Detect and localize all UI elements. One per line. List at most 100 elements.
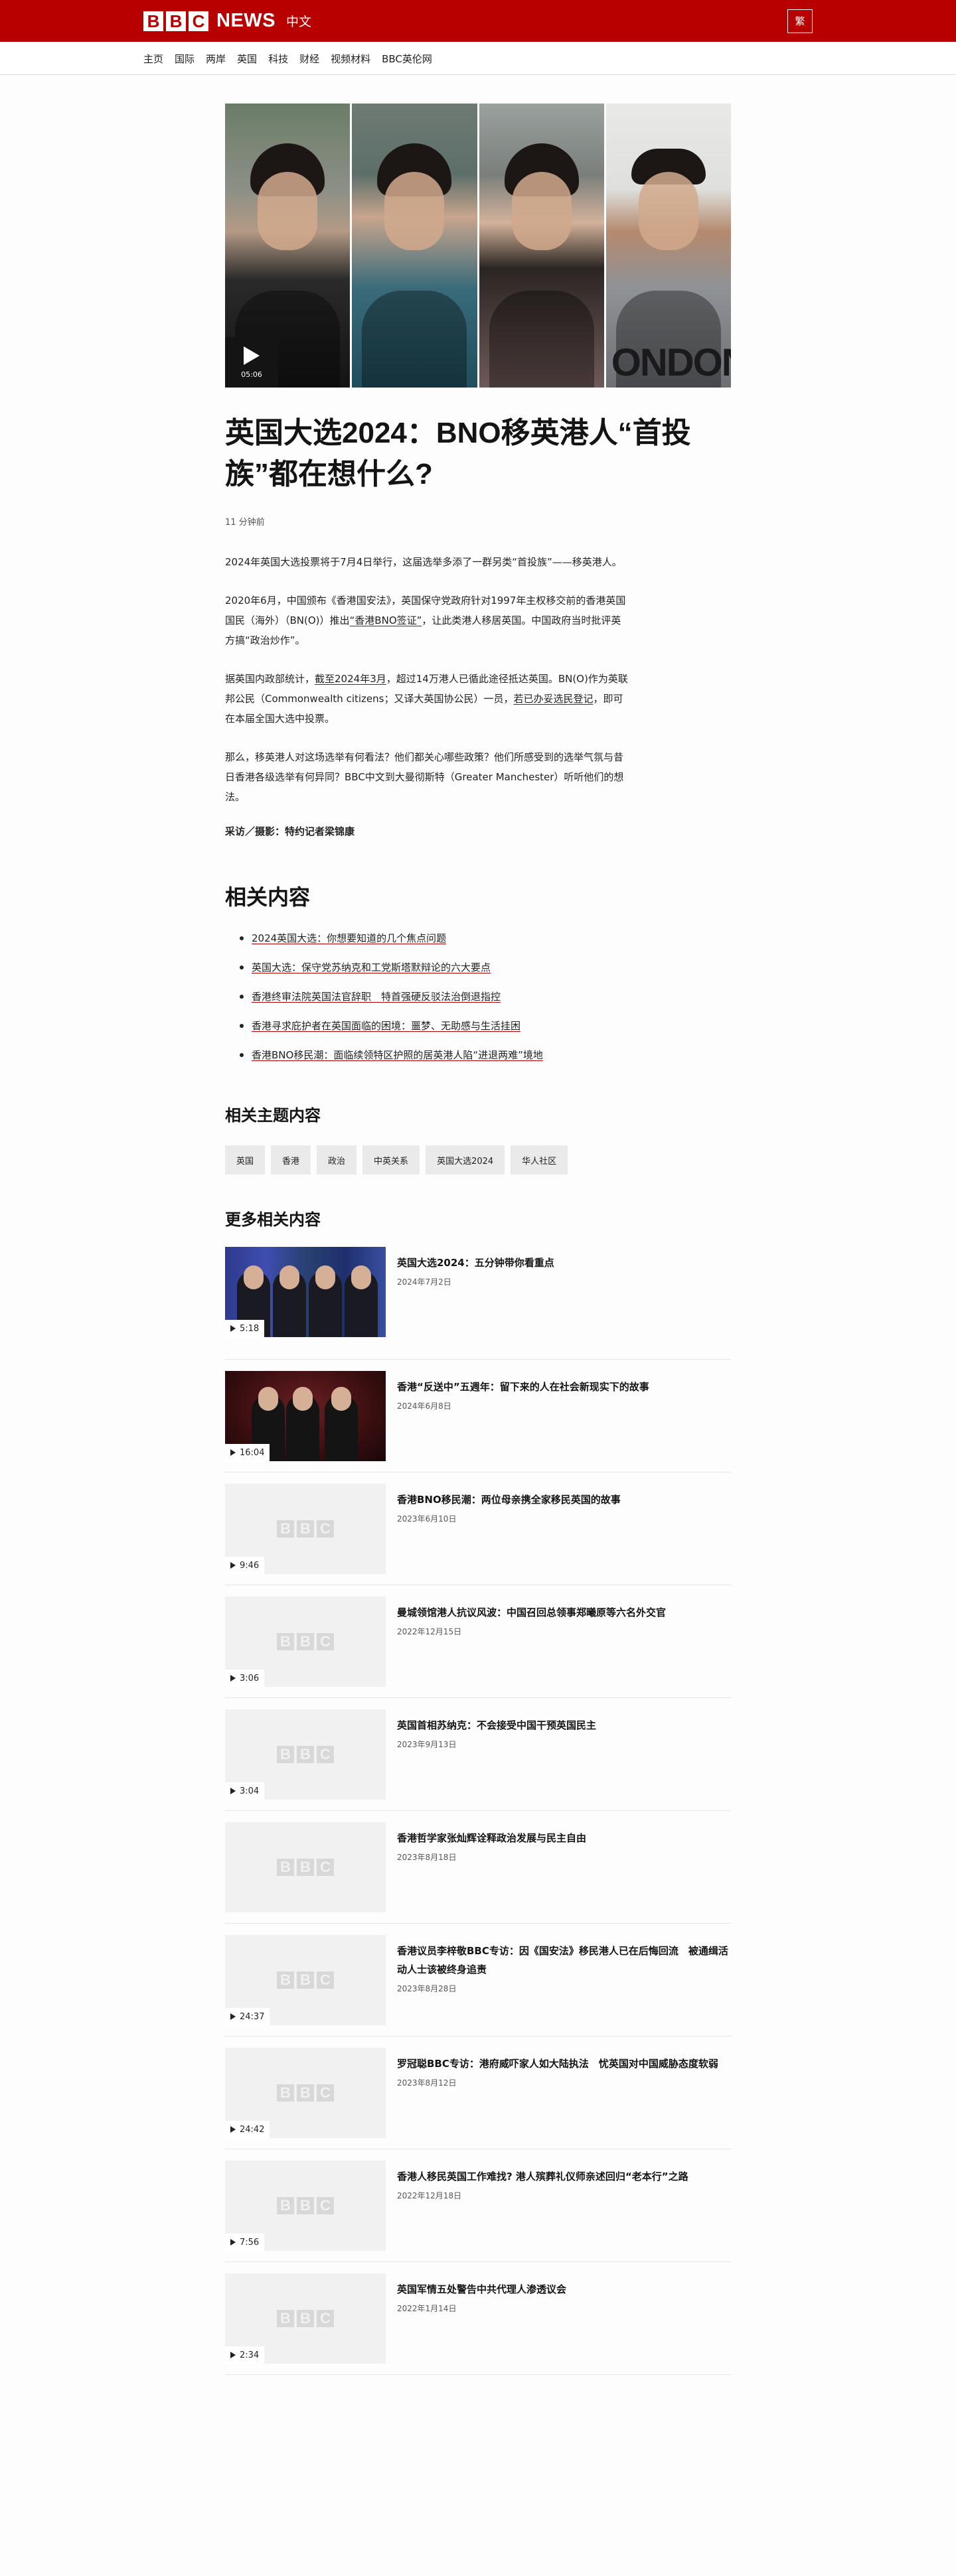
nav-item-uk[interactable]: 英国 [237,52,257,66]
article: ONDON 05:06 英国大选2024：BNO移英港人“首投族”都在想什么? … [225,104,731,2375]
card-text: 香港人移民英国工作难找? 港人殡葬礼仪师亲述回归“老本行”之路 2022年12月1… [397,2161,729,2261]
card-thumbnail[interactable]: B B C 24:37 [225,1935,386,2025]
card-thumbnail[interactable]: BBC [225,1822,386,1912]
card-title-link[interactable]: 香港人移民英国工作难找? 港人殡葬礼仪师亲述回归“老本行”之路 [397,2167,729,2186]
placeholder-letter: C [317,2310,334,2327]
play-icon [230,1788,236,1794]
card-title-link[interactable]: 罗冠聪BBC专访：港府威吓家人如大陆执法 忧英国对中国威胁态度软弱 [397,2054,729,2073]
card-title-link[interactable]: 曼城领馆港人抗议风波：中国召回总领事郑曦原等六名外交官 [397,1603,729,1622]
article-paragraph: 2024年英国大选投票将于7月4日举行，这届选举多添了一群另类“首投族”——移英… [225,552,630,572]
topic-chip-chinese-community[interactable]: 华人社区 [511,1145,568,1175]
duration-text: 7:56 [240,2237,260,2248]
nav-item-business[interactable]: 财经 [299,52,319,66]
placeholder-letter: B [277,1633,294,1650]
video-duration: 05:06 [241,370,262,379]
play-icon [230,1449,236,1456]
card-text: 香港哲学家张灿辉诠释政治发展与民主自由 2023年8月18日 [397,1822,729,1923]
duration-text: 5:18 [240,1323,260,1334]
related-link[interactable]: 2024英国大选：你想要知道的几个焦点问题 [252,932,446,944]
card-thumbnail[interactable]: B B C 7:56 [225,2161,386,2251]
card-text: 英国首相苏纳克：不会接受中国干预英国民主 2023年9月13日 [397,1709,729,1810]
card-text: 罗冠聪BBC专访：港府威吓家人如大陆执法 忧英国对中国威胁态度软弱 2023年8月… [397,2048,729,2149]
card-text: 英国大选2024：五分钟带你看重点 2024年7月2日 [397,1247,729,1359]
more-content-card[interactable]: 16:04 香港“反送中”五週年：留下来的人在社会新现实下的故事 2024年6月8日 [225,1360,731,1472]
topic-chip-uk[interactable]: 英国 [225,1145,266,1175]
card-thumbnail[interactable]: 5:18 [225,1247,386,1337]
topic-chip-uk-election-2024[interactable]: 英国大选2024 [426,1145,505,1175]
card-title-link[interactable]: 英国军情五处警告中共代理人渗透议会 [397,2280,729,2299]
related-link[interactable]: 香港寻求庇护者在英国面临的困境：噩梦、无助感与生活挂困 [252,1020,520,1032]
placeholder-letter: C [317,1633,334,1650]
bbc-placeholder-logo: BBC [277,1633,334,1650]
duration-text: 16:04 [240,1447,265,1458]
topic-chips: 英国 香港 政治 中英关系 英国大选2024 华人社区 [225,1145,731,1175]
card-thumbnail[interactable]: B B C 2:34 [225,2273,386,2364]
related-link[interactable]: 英国大选：保守党苏纳克和工党斯塔默辩论的六大要点 [252,962,491,973]
person-face [315,1265,335,1289]
article-paragraph: 2020年6月，中国颁布《香港国安法》，英国保守党政府针对1997年主权移交前的… [225,591,630,650]
card-title-link[interactable]: 香港议员李梓敬BBC专访：因《国安法》移民港人已在后悔回流 被通缉活动人士该被终… [397,1942,729,1979]
placeholder-letter: C [317,2197,334,2214]
portrait-photo [352,104,477,388]
inline-link-bno-visa[interactable]: “香港BNO签证” [350,614,422,626]
placeholder-letter: C [317,1746,334,1763]
card-thumbnail[interactable]: B B C 3:06 [225,1597,386,1687]
card-thumbnail[interactable]: B B C 24:42 [225,2048,386,2138]
more-content-card[interactable]: B B C 9:46 香港BNO移民潮：两位母亲携全家移民英国的故事 2023年6月10日 [225,1472,731,1585]
card-thumbnail[interactable]: 16:04 [225,1371,386,1461]
nav-item-technology[interactable]: 科技 [268,52,288,66]
topic-chip-china-uk-relations[interactable]: 中英关系 [362,1145,420,1175]
duration-text: 24:42 [240,2124,265,2135]
card-title-link[interactable]: 英国首相苏纳克：不会接受中国干预英国民主 [397,1716,729,1735]
more-content-heading: 更多相关内容 [225,1211,321,1229]
inline-link-voter-registration[interactable]: 若已办妥选民登记 [513,693,593,705]
more-content-card[interactable]: B B C 2:34 英国军情五处警告中共代理人渗透议会 2022年1月14日 [225,2262,731,2375]
nav-item-home[interactable]: 主页 [143,52,163,66]
topic-chip-politics[interactable]: 政治 [317,1145,357,1175]
more-content-card[interactable]: B B C 香港哲学家张灿辉诠释政治发展与民主自由 2023年8月18日 [225,1811,731,1924]
inline-link-statistics[interactable]: 截至2024年3月 [315,673,386,685]
related-link[interactable]: 香港BNO移民潮：面临续领特区护照的居英港人陷“进退两难”境地 [252,1049,543,1061]
card-title-link[interactable]: 香港哲学家张灿辉诠释政治发展与民主自由 [397,1829,729,1847]
nav-item-video[interactable]: 视频材料 [331,52,370,66]
nav-item-international[interactable]: 国际 [175,52,195,66]
logo-letter: B [166,11,186,31]
placeholder-letter: B [297,1971,314,1989]
placeholder-letter: B [277,1971,294,1989]
related-content-heading: 相关内容 [225,885,311,909]
placeholder-letter: B [297,2310,314,2327]
topic-chip-hong-kong[interactable]: 香港 [271,1145,311,1175]
play-icon [230,2352,236,2358]
card-date: 2023年8月18日 [397,1853,457,1862]
more-content-card[interactable]: B B C 24:37 香港议员李梓敬BBC专访：因《国安法》移民港人已在后悔回流 被通… [225,1924,731,2037]
bbc-news-logo[interactable]: B B C NEWS 中文 [143,10,311,32]
article-credit: 采访／摄影：特约记者梁锦康 [225,825,355,837]
nav-item-bbc-uk-china[interactable]: BBC英伦网 [382,52,432,66]
nav-item-cross-strait[interactable]: 两岸 [206,52,226,66]
card-thumbnail[interactable]: B B C 9:46 [225,1484,386,1574]
duration-text: 24:37 [240,2011,265,2022]
more-content-card[interactable]: B B C 3:04 英国首相苏纳克：不会接受中国干预英国民主 2023年9月13日 [225,1698,731,1811]
more-content-card[interactable]: 5:18 英国大选2024：五分钟带你看重点 2024年7月2日 [225,1247,731,1360]
card-title-link[interactable]: 英国大选2024：五分钟带你看重点 [397,1253,729,1272]
related-item: 香港BNO移民潮：面临续领特区护照的居英港人陷“进退两难”境地 [225,1048,731,1062]
card-thumbnail[interactable]: B B C 3:04 [225,1709,386,1800]
placeholder-letter: B [297,1859,314,1876]
card-title-link[interactable]: 香港BNO移民潮：两位母亲携全家移民英国的故事 [397,1490,729,1509]
more-content-card[interactable]: B B C 7:56 香港人移民英国工作难找? 港人殡葬礼仪师亲述回归“老本行”之路 20… [225,2149,731,2262]
play-icon [230,1325,236,1332]
play-icon [230,2126,236,2133]
card-text: 英国军情五处警告中共代理人渗透议会 2022年1月14日 [397,2273,729,2374]
related-link[interactable]: 香港终审法院英国法官辞职 特首强硬反驳法治倒退指控 [252,991,501,1003]
traditional-chinese-toggle-button[interactable]: 繁 [787,9,813,33]
video-play-button[interactable]: 05:06 [225,337,278,388]
placeholder-letter: B [277,2310,294,2327]
card-title-link[interactable]: 香港“反送中”五週年：留下来的人在社会新现实下的故事 [397,1378,729,1396]
placeholder-letter: B [277,2084,294,2102]
logo-letter: B [143,11,163,31]
more-content-card[interactable]: B B C 3:06 曼城领馆港人抗议风波：中国召回总领事郑曦原等六名外交官 2022年1… [225,1585,731,1698]
more-content-card[interactable]: B B C 24:42 罗冠聪BBC专访：港府威吓家人如大陆执法 忧英国对中国威胁态度软… [225,2037,731,2149]
related-item: 2024英国大选：你想要知道的几个焦点问题 [225,931,731,946]
hero-video[interactable]: ONDON 05:06 [225,104,731,388]
section-nav: 主页 国际 两岸 英国 科技 财经 视频材料 BBC英伦网 [0,42,956,75]
